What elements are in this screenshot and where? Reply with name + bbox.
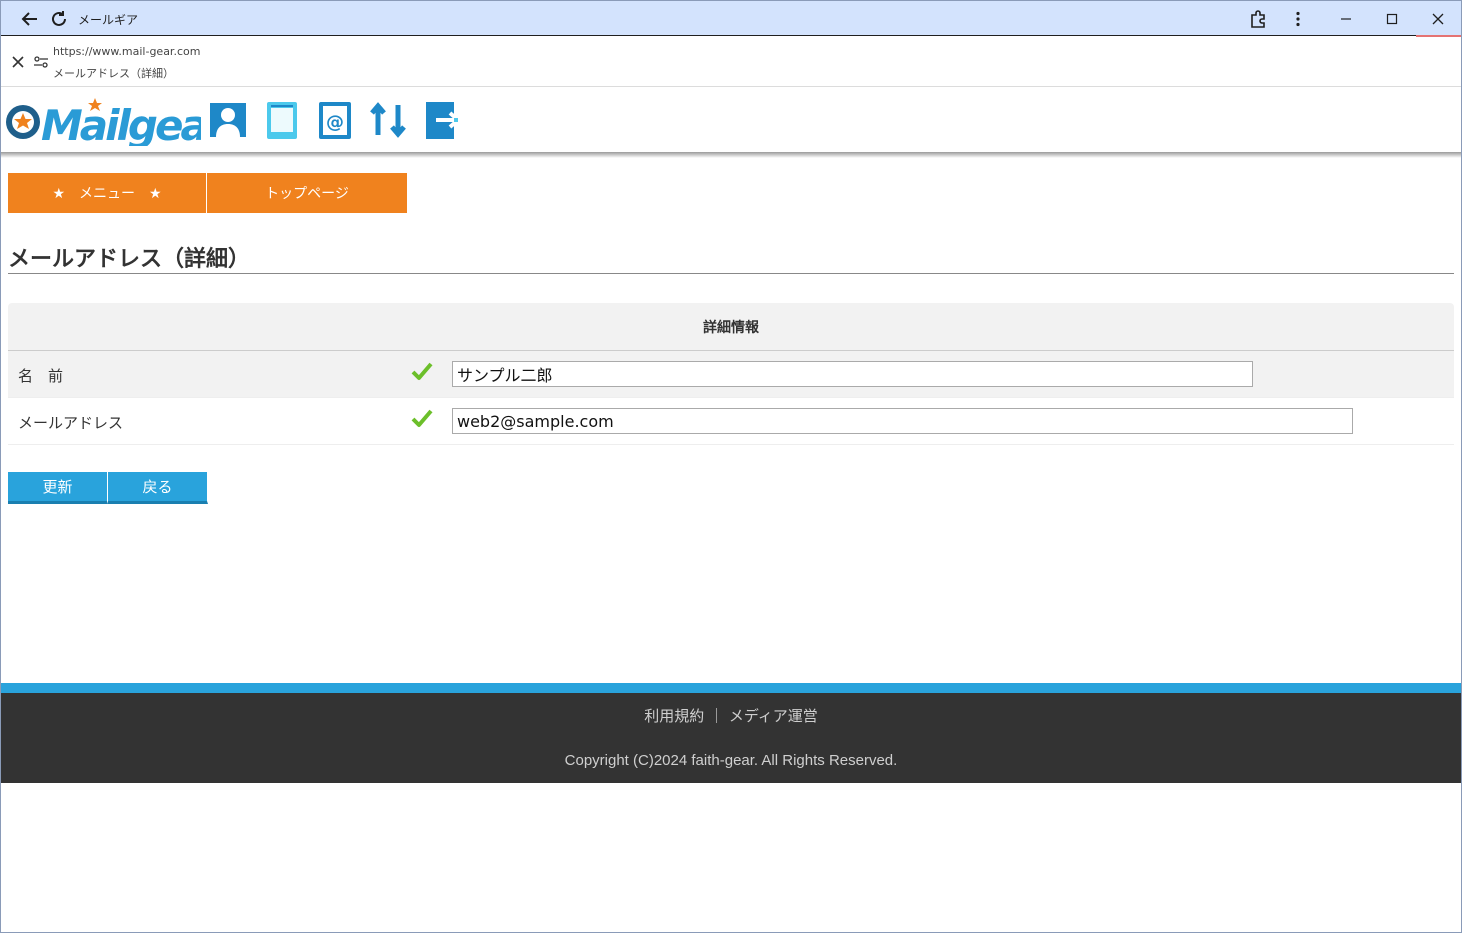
- back-arrow-icon[interactable]: [18, 7, 42, 31]
- copyright-text: Copyright (C)2024 faith-gear. All Rights…: [564, 752, 898, 769]
- sync-arrows-icon[interactable]: [368, 99, 408, 141]
- detail-table-header: 詳細情報: [8, 303, 1454, 351]
- action-buttons: 更新 戻る: [8, 472, 208, 504]
- close-icon[interactable]: [9, 53, 27, 71]
- mobile-device-icon[interactable]: [262, 99, 302, 141]
- tab-page-title: メールアドレス（詳細）: [53, 67, 174, 80]
- email-label: メールアドレス: [18, 414, 124, 432]
- site-settings-icon[interactable]: [32, 53, 50, 71]
- more-vertical-icon[interactable]: [1286, 7, 1310, 31]
- window-title: メールギア: [78, 13, 139, 27]
- url-text[interactable]: https://www.mail-gear.com: [53, 45, 200, 58]
- top-page-button[interactable]: トップページ: [207, 173, 407, 213]
- title-divider: [8, 273, 1454, 274]
- media-link[interactable]: メディア運営: [729, 707, 818, 725]
- footer-separator: ｜: [709, 707, 725, 725]
- detail-table: 詳細情報 名 前 メールアドレス: [8, 303, 1454, 445]
- extension-icon[interactable]: [1246, 7, 1270, 31]
- header-shadow: [0, 152, 1462, 158]
- reload-icon[interactable]: [47, 7, 71, 31]
- site-header: Mailgear @: [0, 87, 1462, 153]
- minimize-icon[interactable]: [1334, 7, 1358, 31]
- loading-indicator: [1416, 35, 1461, 37]
- table-row-email: メールアドレス: [8, 398, 1454, 445]
- address-book-icon[interactable]: @: [315, 99, 355, 141]
- page-title: メールアドレス（詳細）: [8, 247, 251, 272]
- user-profile-icon[interactable]: [208, 99, 248, 141]
- footer-links: 利用規約 ｜ メディア運営: [0, 705, 1462, 726]
- address-bar: https://www.mail-gear.com メールアドレス（詳細）: [0, 35, 1462, 87]
- name-field[interactable]: [452, 361, 1253, 387]
- close-window-icon[interactable]: [1426, 7, 1450, 31]
- email-field[interactable]: [452, 408, 1353, 434]
- footer-accent-bar: [0, 683, 1462, 693]
- maximize-icon[interactable]: [1380, 7, 1404, 31]
- main-nav: ★ メニュー ★ トップページ: [8, 173, 407, 213]
- back-button[interactable]: 戻る: [108, 472, 208, 504]
- window-titlebar: メールギア: [0, 0, 1462, 35]
- name-label: 名 前: [18, 367, 64, 385]
- footer: 利用規約 ｜ メディア運営 Copyright (C)2024 faith-ge…: [0, 693, 1462, 783]
- checkmark-icon: [411, 409, 433, 427]
- menu-button[interactable]: ★ メニュー ★: [8, 173, 207, 213]
- svg-text:@: @: [326, 112, 344, 133]
- logout-icon[interactable]: [422, 99, 462, 141]
- checkmark-icon: [411, 362, 433, 380]
- svg-text:Mailgear: Mailgear: [41, 101, 201, 146]
- terms-link[interactable]: 利用規約: [644, 707, 704, 725]
- mailgear-logo[interactable]: Mailgear: [1, 94, 201, 146]
- update-button[interactable]: 更新: [8, 472, 108, 504]
- table-row-name: 名 前: [8, 351, 1454, 398]
